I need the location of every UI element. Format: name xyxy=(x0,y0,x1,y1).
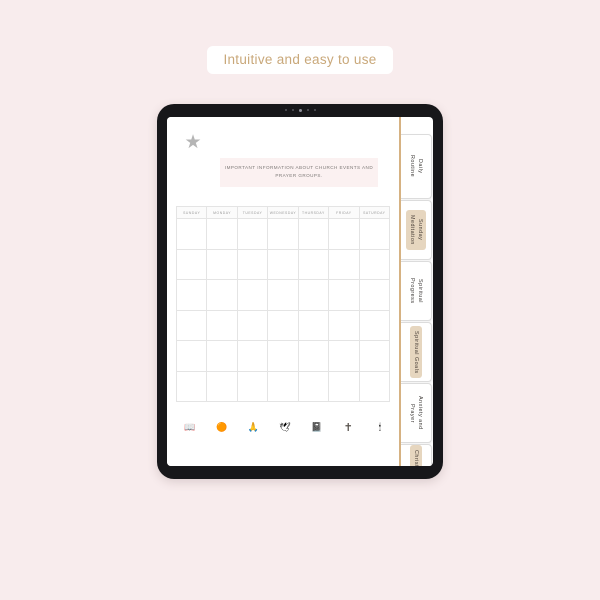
tablet-screen: ★ IMPORTANT INFORMATION ABOUT CHURCH EVE… xyxy=(167,117,433,466)
calendar-day-cell[interactable] xyxy=(328,370,360,402)
calendar-day-cell[interactable] xyxy=(358,309,391,341)
star-icon[interactable]: ★ xyxy=(184,133,202,152)
calendar-week-row xyxy=(175,370,391,402)
header-note: IMPORTANT INFORMATION ABOUT CHURCH EVENT… xyxy=(220,158,378,188)
side-tab-spiritual-progress[interactable]: Spiritual Progress xyxy=(401,261,432,321)
praying-hands-icon[interactable]: 🙏 xyxy=(246,419,260,435)
promo-banner: Intuitive and easy to use xyxy=(0,46,600,74)
camera-dot xyxy=(298,108,302,112)
calendar-day-cell[interactable] xyxy=(206,370,238,402)
calendar-day-cell[interactable] xyxy=(175,218,208,250)
calendar-day-cell[interactable] xyxy=(358,248,391,280)
cross-icon[interactable]: ✝ xyxy=(341,419,355,435)
calendar-day-cell[interactable] xyxy=(206,340,238,372)
calendar-day-cell[interactable] xyxy=(206,309,238,341)
side-tab-christian-events[interactable]: Christian Events xyxy=(401,444,432,466)
sensor-dot xyxy=(313,109,316,111)
tablet-top-bezel xyxy=(157,104,443,116)
calendar-day-cell[interactable] xyxy=(297,309,330,341)
calendar-day-cell[interactable] xyxy=(267,248,299,280)
calendar-day-cell[interactable] xyxy=(236,370,269,402)
promo-banner-text: Intuitive and easy to use xyxy=(207,46,393,74)
open-book-icon[interactable]: 📖 xyxy=(183,419,197,435)
sensor-dot xyxy=(284,109,287,111)
calendar-day-cell[interactable] xyxy=(328,218,360,250)
side-tab-daily-routine[interactable]: Daily Routine xyxy=(401,134,432,199)
calendar-day-cell[interactable] xyxy=(236,218,269,250)
calendar-day-cell[interactable] xyxy=(175,248,208,280)
calendar-day-cell[interactable] xyxy=(328,309,360,341)
calendar-day-cell[interactable] xyxy=(267,279,299,311)
monthly-calendar-grid[interactable]: SUNDAY MONDAY TUESDAY WEDNESDAY THURSDAY… xyxy=(175,206,391,402)
calendar-day-cell[interactable] xyxy=(297,370,330,402)
side-tab-anxiety-and-prayer[interactable]: Anxiety and Prayer xyxy=(401,383,432,443)
calendar-day-cell[interactable] xyxy=(358,279,391,311)
calendar-day-header-wednesday: WEDNESDAY xyxy=(267,206,299,219)
calendar-day-cell[interactable] xyxy=(358,340,391,372)
calendar-day-cell[interactable] xyxy=(328,279,360,311)
calendar-week-row xyxy=(175,279,391,311)
calendar-day-cell[interactable] xyxy=(175,309,208,341)
calendar-day-cell[interactable] xyxy=(328,248,360,280)
calendar-day-cell[interactable] xyxy=(236,248,269,280)
side-tab-label: Anxiety and Prayer xyxy=(409,396,424,430)
side-tab-label: Christian Events xyxy=(409,445,423,466)
dove-icon[interactable]: 🕊 xyxy=(278,419,292,435)
calendar-day-cell[interactable] xyxy=(297,340,330,372)
bible-book-icon[interactable]: 📓 xyxy=(310,419,324,435)
side-tab-spiritual-goals[interactable]: Spiritual Goals xyxy=(401,322,432,382)
calendar-day-cell[interactable] xyxy=(236,279,269,311)
side-tab-sunday-meditation[interactable]: Sunday Meditation xyxy=(401,200,432,260)
calendar-day-cell[interactable] xyxy=(328,340,360,372)
calendar-day-cell[interactable] xyxy=(206,248,238,280)
calendar-week-row xyxy=(175,248,391,280)
calendar-day-header-friday: FRIDAY xyxy=(328,206,360,219)
tablet-device-frame: ★ IMPORTANT INFORMATION ABOUT CHURCH EVE… xyxy=(157,104,443,479)
calendar-week-row xyxy=(175,218,391,250)
calendar-day-cell[interactable] xyxy=(358,218,391,250)
calendar-day-cell[interactable] xyxy=(175,340,208,372)
calendar-day-header-sunday: SUNDAY xyxy=(175,206,208,219)
calendar-day-header-thursday: THURSDAY xyxy=(297,206,330,219)
sun-icon[interactable]: 🟠 xyxy=(215,419,229,435)
calendar-header-row: SUNDAY MONDAY TUESDAY WEDNESDAY THURSDAY… xyxy=(175,206,391,219)
calendar-day-cell[interactable] xyxy=(267,370,299,402)
calendar-day-cell[interactable] xyxy=(236,340,269,372)
calendar-week-row xyxy=(175,309,391,341)
calendar-day-header-tuesday: TUESDAY xyxy=(236,206,269,219)
calendar-day-cell[interactable] xyxy=(297,248,330,280)
calendar-day-cell[interactable] xyxy=(267,218,299,250)
candle-icon[interactable]: 🕯 xyxy=(373,419,387,435)
side-tab-label: Spiritual Goals xyxy=(409,325,423,379)
calendar-day-cell[interactable] xyxy=(297,279,330,311)
side-tab-label: Spiritual Progress xyxy=(409,278,424,304)
calendar-day-cell[interactable] xyxy=(297,218,330,250)
sensor-dot xyxy=(306,109,309,111)
calendar-week-row xyxy=(175,340,391,372)
calendar-day-cell[interactable] xyxy=(236,309,269,341)
sensor-dot xyxy=(291,109,294,111)
calendar-day-cell[interactable] xyxy=(358,370,391,402)
side-tab-strip: Daily Routine Sunday Meditation Spiritual … xyxy=(401,130,433,466)
calendar-day-cell[interactable] xyxy=(267,340,299,372)
calendar-day-header-monday: MONDAY xyxy=(206,206,238,219)
side-tab-label: Daily Routine xyxy=(409,155,424,178)
planner-page: ★ IMPORTANT INFORMATION ABOUT CHURCH EVE… xyxy=(167,117,399,466)
calendar-day-header-saturday: SATURDAY xyxy=(358,206,391,219)
calendar-day-cell[interactable] xyxy=(267,309,299,341)
sticker-icon-strip: 📖 🟠 🙏 🕊 📓 ✝ 🕯 xyxy=(183,419,387,435)
side-tab-label: Sunday Meditation xyxy=(405,210,427,250)
calendar-body xyxy=(175,218,391,402)
calendar-day-cell[interactable] xyxy=(175,370,208,402)
calendar-day-cell[interactable] xyxy=(206,279,238,311)
calendar-day-cell[interactable] xyxy=(206,218,238,250)
calendar-day-cell[interactable] xyxy=(175,279,208,311)
